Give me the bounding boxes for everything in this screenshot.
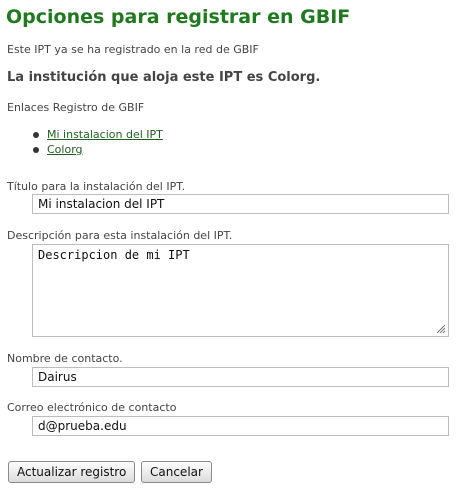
title-input[interactable] (32, 194, 449, 214)
installation-link[interactable]: Mi instalacion del IPT (47, 128, 163, 141)
cancel-button[interactable]: Cancelar (141, 461, 212, 483)
contact-name-label: Nombre de contacto. (7, 352, 123, 365)
description-field-label: Descripción para esta instalación del IP… (7, 229, 233, 242)
organization-link[interactable]: Colorg (47, 143, 83, 156)
update-registration-button[interactable]: Actualizar registro (8, 461, 136, 483)
bullet-icon (33, 132, 39, 138)
list-item: Mi instalacion del IPT (33, 127, 163, 142)
contact-email-label: Correo electrónico de contacto (7, 401, 177, 414)
links-label: Enlaces Registro de GBIF (7, 101, 145, 114)
title-field-label: Título para la instalación del IPT. (7, 180, 186, 193)
contact-email-input[interactable] (32, 416, 449, 436)
list-item: Colorg (33, 142, 163, 157)
registry-links-list: Mi instalacion del IPT Colorg (33, 127, 163, 157)
resize-grip-icon[interactable] (436, 324, 446, 334)
bullet-icon (33, 147, 39, 153)
contact-name-input[interactable] (32, 367, 449, 387)
page-title: Opciones para registrar en GBIF (6, 6, 351, 28)
registration-status-text: Este IPT ya se ha registrado en la red d… (7, 43, 259, 56)
description-textarea[interactable]: Descripcion de mi IPT (32, 244, 449, 337)
host-institution-text: La institución que aloja este IPT es Col… (7, 70, 321, 85)
